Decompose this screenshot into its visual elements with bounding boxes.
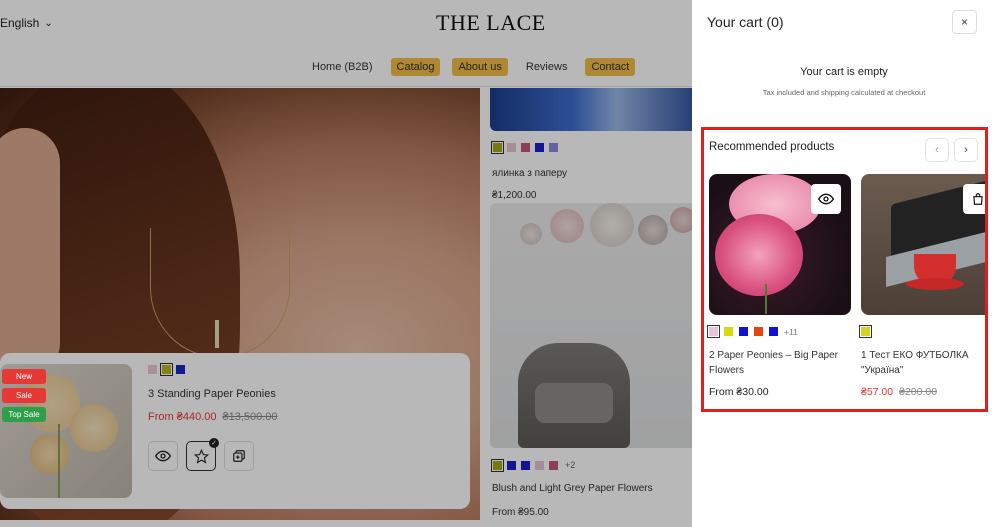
old-price: ₴200.00 — [899, 386, 938, 398]
sale-price: ₴57.00 — [861, 386, 894, 398]
recommended-title: Recommended products — [709, 141, 835, 153]
tax-note: Tax included and shipping calculated at … — [762, 88, 926, 97]
cart-title: Your cart (0) — [707, 14, 784, 30]
product-title[interactable]: 1 Тест ЕКО ФУТБОЛКА "Україна" — [861, 348, 985, 378]
cart-empty-message: Your cart is empty — [800, 66, 888, 78]
drawer-backdrop[interactable] — [0, 0, 692, 527]
product-image[interactable] — [709, 174, 851, 315]
chevron-right-icon: › — [964, 144, 968, 156]
color-swatch-selected[interactable] — [859, 325, 872, 338]
color-swatch-selected[interactable] — [707, 325, 720, 338]
carousel-next-button[interactable]: › — [954, 138, 978, 162]
badge-list: New Sale Top Sale — [2, 369, 46, 422]
chevron-left-icon: ‹ — [935, 144, 939, 156]
cart-drawer: Your cart (0) × Your cart is empty Tax i… — [692, 0, 996, 527]
color-swatches — [859, 325, 985, 338]
recommended-product-card[interactable]: +11 2 Paper Peonies – Big Paper Flowers … — [707, 174, 851, 398]
more-colors-count: +11 — [784, 326, 798, 337]
badge-top-sale: Top Sale — [2, 407, 46, 422]
carousel-prev-button[interactable]: ‹ — [925, 138, 949, 162]
quick-view-button[interactable] — [811, 184, 841, 214]
color-swatch[interactable] — [754, 327, 763, 336]
shopping-bag-icon — [973, 193, 983, 205]
color-swatch[interactable] — [769, 327, 778, 336]
recommended-products: Recommended products ‹ › +11 2 Paper Peo… — [701, 127, 988, 412]
product-price: From ₴30.00 — [709, 386, 769, 398]
eye-icon — [818, 193, 834, 205]
badge-new: New — [2, 369, 46, 384]
add-to-cart-button[interactable] — [963, 184, 985, 214]
close-icon: × — [960, 15, 968, 29]
close-button[interactable]: × — [952, 10, 977, 34]
color-swatch[interactable] — [739, 327, 748, 336]
color-swatch[interactable] — [724, 327, 733, 336]
product-title[interactable]: 2 Paper Peonies – Big Paper Flowers — [709, 348, 851, 378]
recommended-product-card[interactable]: 1 Тест ЕКО ФУТБОЛКА "Україна" ₴57.00 ₴200… — [859, 174, 985, 398]
color-swatches: +11 — [707, 325, 851, 338]
product-image[interactable] — [861, 174, 985, 315]
badge-sale: Sale — [2, 388, 46, 403]
product-price: ₴57.00 ₴200.00 — [861, 386, 985, 398]
